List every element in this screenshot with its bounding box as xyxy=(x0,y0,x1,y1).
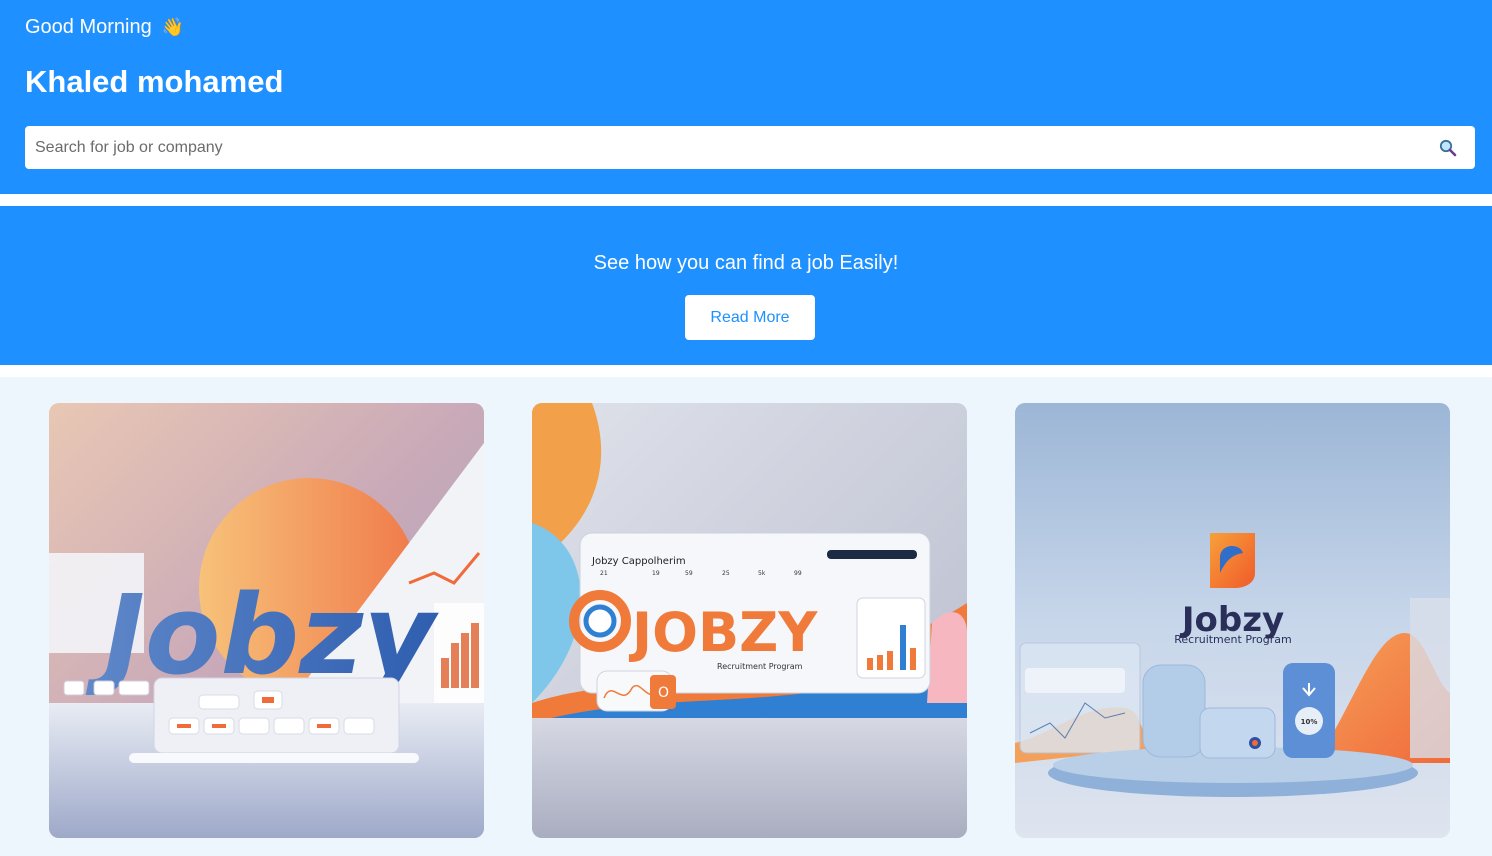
promo-banner: See how you can find a job Easily! Read … xyxy=(0,206,1492,365)
gallery-card-1[interactable]: Jobzy xyxy=(49,403,484,838)
gallery-card-3[interactable]: Jobzy Recruitment Program 10% xyxy=(1015,403,1450,838)
svg-text:O: O xyxy=(658,685,669,701)
card-2-subtitle: Recruitment Program xyxy=(717,662,803,671)
jobzy-illustration-3: Jobzy Recruitment Program 10% xyxy=(1015,403,1450,838)
jobzy-illustration-1: Jobzy xyxy=(49,403,484,838)
search-bar xyxy=(25,126,1475,169)
gallery-card-2[interactable]: Jobzy Cappolherim 21 19 59 25 5k 99 JOBZY R… xyxy=(532,403,967,838)
banner-text: See how you can find a job Easily! xyxy=(593,252,899,274)
svg-text:19: 19 xyxy=(652,570,660,577)
greeting-text: Good Morning xyxy=(25,16,152,38)
read-more-button[interactable]: Read More xyxy=(685,295,815,340)
svg-text:59: 59 xyxy=(685,570,693,577)
card-3-badge: 10% xyxy=(1301,718,1318,726)
card-2-brand: JOBZY xyxy=(628,601,818,664)
jobzy-illustration-2: Jobzy Cappolherim 21 19 59 25 5k 99 JOBZY R… xyxy=(532,403,967,838)
svg-text:25: 25 xyxy=(722,570,730,577)
svg-text:21: 21 xyxy=(600,570,608,577)
image-gallery: Jobzy Jobzy Cappolherim 21 19 59 25 5k 9… xyxy=(0,377,1492,856)
svg-text:5k: 5k xyxy=(758,570,766,577)
card-3-subtitle: Recruitment Program xyxy=(1174,633,1292,646)
user-name: Khaled mohamed xyxy=(25,64,284,99)
svg-text:99: 99 xyxy=(794,570,802,577)
greeting: Good Morning 👋 xyxy=(25,16,184,39)
search-input[interactable] xyxy=(25,126,1475,169)
wave-icon: 👋 xyxy=(161,17,185,38)
search-icon[interactable] xyxy=(1439,139,1457,157)
header: Good Morning 👋 Khaled mohamed xyxy=(0,0,1492,194)
dashboard-title: Jobzy Cappolherim xyxy=(591,556,686,567)
